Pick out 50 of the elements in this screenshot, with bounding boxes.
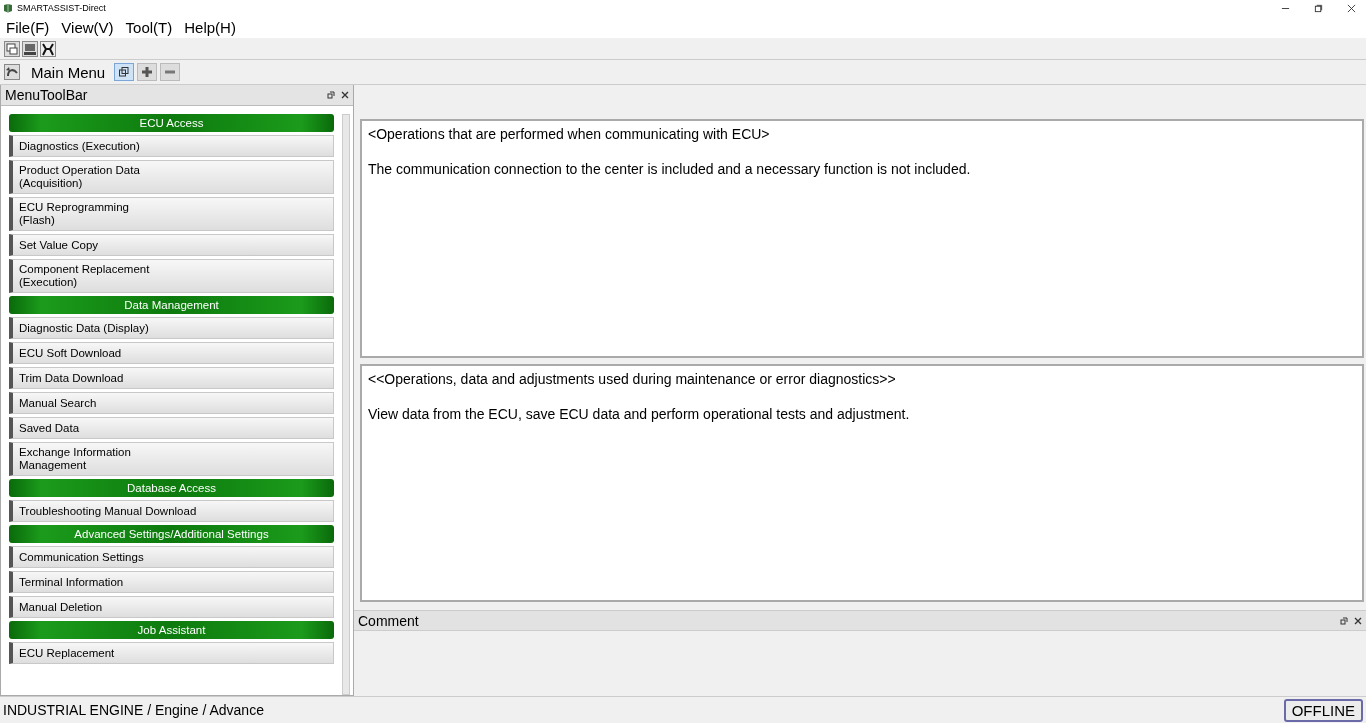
menu-item[interactable]: View(V) — [61, 18, 114, 36]
menu-list-item[interactable]: Component Replacement (Execution) — [9, 259, 334, 293]
panel-text: View data from the ECU, save ECU data and perform operational tests and adjustment. — [368, 404, 911, 423]
status-path: INDUSTRIAL ENGINE / Engine / Advance — [3, 702, 264, 718]
section-header: Data Management — [9, 296, 334, 314]
windows-button[interactable] — [114, 63, 135, 81]
panel-heading: <<Operations, data and adjustments used during maintenance or error diagnostics>> — [368, 369, 897, 388]
close-icon[interactable] — [1347, 3, 1356, 13]
menu-list-item[interactable]: ECU Soft Download — [9, 342, 334, 364]
menu-list-item[interactable]: Terminal Information — [9, 571, 334, 593]
menu-list-item[interactable]: Set Value Copy — [9, 234, 334, 256]
panel-heading: <Operations that are performed when communicating with ECU> — [368, 125, 771, 143]
menu-list-item[interactable]: Communication Settings — [9, 546, 334, 568]
menu-list-item[interactable]: ECU Replacement — [9, 642, 334, 664]
section-header: ECU Access — [9, 114, 334, 132]
section-header: Database Access — [9, 479, 334, 497]
expand-button[interactable] — [137, 63, 158, 81]
restore-icon[interactable] — [1314, 3, 1323, 13]
plus-icon — [141, 66, 154, 78]
connection-status: OFFLINE — [1283, 698, 1363, 722]
monitor-icon[interactable] — [22, 40, 38, 57]
menu-list-item[interactable]: Saved Data — [9, 417, 334, 439]
close-icon[interactable] — [1354, 616, 1362, 625]
close-icon[interactable] — [341, 91, 349, 99]
scrollbar[interactable] — [342, 114, 350, 695]
menu-list-item[interactable]: Exchange Information Management — [9, 442, 334, 476]
menu-list-item[interactable]: Product Operation Data (Acquisition) — [9, 160, 334, 194]
panel-text: The communication connection to the center is included and a necessary function is not included. — [368, 160, 972, 178]
menu-list-item[interactable]: Manual Search — [9, 392, 334, 414]
menu-list-item[interactable]: Manual Deletion — [9, 596, 334, 618]
undock-icon[interactable] — [1340, 616, 1348, 625]
window-title: SMARTASSIST-Direct — [17, 3, 106, 13]
menu-list-item[interactable]: Troubleshooting Manual Download — [9, 500, 334, 522]
section-header: Advanced Settings/Additional Settings — [9, 525, 334, 543]
window-icon[interactable] — [4, 40, 20, 57]
undock-icon[interactable] — [327, 91, 335, 99]
windows-icon — [118, 66, 131, 78]
menu-item[interactable]: Help(H) — [184, 18, 236, 36]
panel-title: MenuToolBar — [5, 87, 88, 103]
menu-list-item[interactable]: Trim Data Download — [9, 367, 334, 389]
main-menu-title: Main Menu — [31, 63, 106, 81]
menu-list-item[interactable]: Diagnostic Data (Display) — [9, 317, 334, 339]
comment-title: Comment — [358, 612, 419, 629]
section-header: Job Assistant — [9, 621, 334, 639]
app-logo-icon — [3, 3, 13, 13]
menu-item[interactable]: File(F) — [6, 18, 50, 36]
menu-item[interactable]: Tool(T) — [125, 18, 173, 36]
menu-list-item[interactable]: Diagnostics (Execution) — [9, 135, 334, 157]
collapse-button[interactable] — [160, 63, 181, 81]
menu-list-item[interactable]: ECU Reprogramming (Flash) — [9, 197, 334, 231]
